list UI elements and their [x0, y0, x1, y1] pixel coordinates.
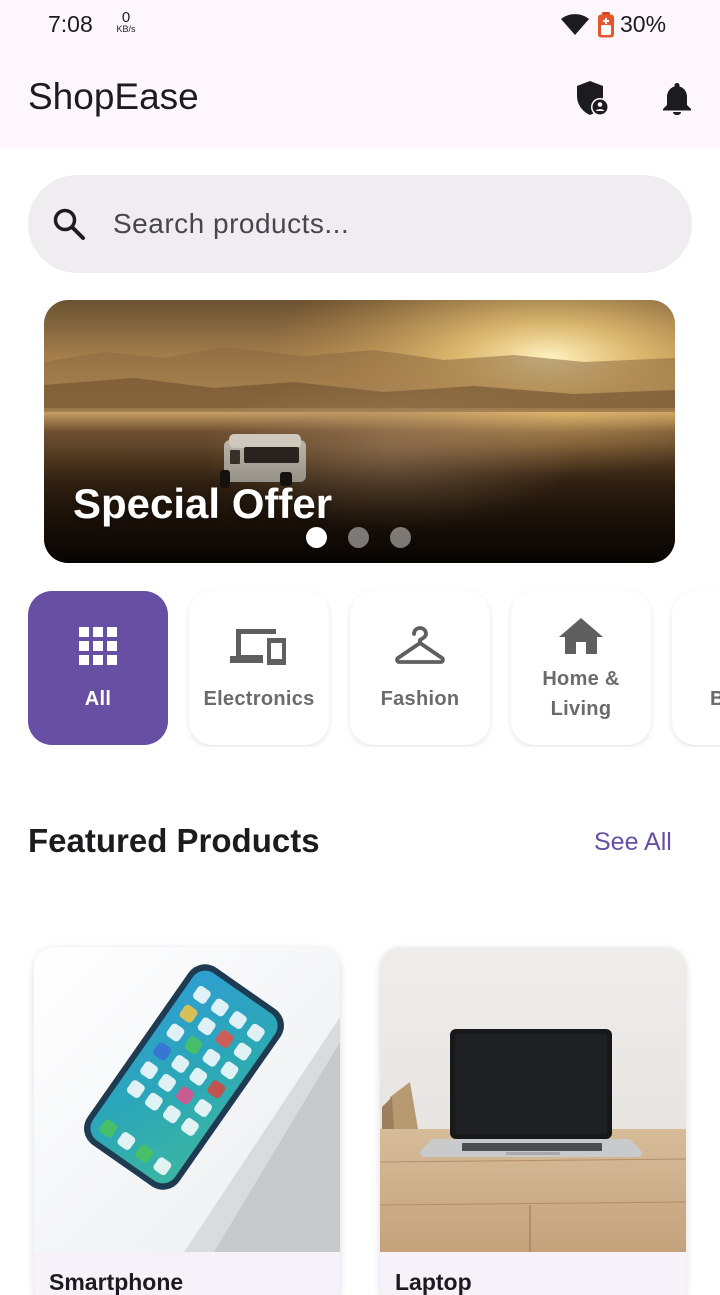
- network-speed: 0 KB/s: [111, 10, 141, 34]
- network-speed-value: 0: [121, 9, 131, 26]
- category-list: All Electronics Fashion Home & Living B: [0, 590, 720, 747]
- category-partial[interactable]: B: [672, 591, 720, 745]
- bell-icon: [662, 81, 692, 120]
- product-name: Laptop: [395, 1269, 472, 1295]
- app-title: ShopEase: [28, 76, 199, 117]
- carousel-dot[interactable]: [306, 527, 327, 548]
- search-input[interactable]: [113, 208, 633, 240]
- shield-account-icon: [575, 79, 611, 122]
- category-home-living[interactable]: Home & Living: [511, 591, 651, 745]
- promo-banner[interactable]: Special Offer: [44, 300, 675, 563]
- carousel-dot[interactable]: [390, 527, 411, 548]
- home-icon: [558, 612, 604, 660]
- search-icon: [53, 208, 85, 240]
- product-name: Smartphone: [49, 1269, 184, 1295]
- product-card-laptop[interactable]: Laptop: [380, 947, 686, 1295]
- notifications-button[interactable]: [653, 76, 701, 124]
- carousel-indicator: [306, 527, 411, 548]
- category-electronics[interactable]: Electronics: [189, 591, 329, 745]
- category-label: All: [84, 688, 112, 710]
- hanger-icon: [395, 622, 445, 670]
- carousel-dot[interactable]: [348, 527, 369, 548]
- battery-icon: [597, 12, 615, 43]
- grid-icon: [79, 622, 117, 670]
- category-label: Home & Living: [542, 668, 620, 720]
- product-image: [34, 947, 340, 1252]
- wifi-icon: [561, 14, 589, 41]
- app-bar: ShopEase: [0, 50, 720, 148]
- category-all[interactable]: All: [28, 591, 168, 745]
- category-label: Electronics: [203, 688, 315, 710]
- status-time: 7:08: [48, 11, 93, 37]
- product-image: [380, 947, 686, 1252]
- banner-title: Special Offer: [73, 480, 333, 527]
- search-bar[interactable]: [28, 175, 692, 273]
- devices-icon: [230, 622, 288, 670]
- category-label: B: [710, 688, 720, 710]
- section-title: Featured Products: [28, 822, 320, 859]
- network-speed-unit: KB/s: [116, 24, 136, 34]
- category-label: Fashion: [380, 688, 460, 710]
- battery-percent: 30%: [620, 11, 667, 37]
- shield-account-button[interactable]: [569, 76, 617, 124]
- product-card-smartphone[interactable]: Smartphone: [34, 947, 340, 1295]
- category-fashion[interactable]: Fashion: [350, 591, 490, 745]
- status-bar: 7:08 0 KB/s 30%: [0, 0, 720, 50]
- see-all-link[interactable]: See All: [594, 828, 672, 857]
